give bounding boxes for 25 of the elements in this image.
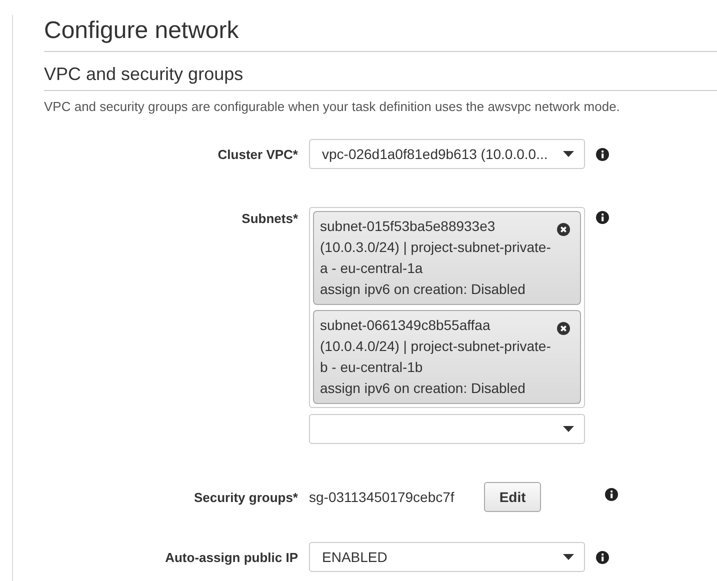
page-heading: Configure network [44, 17, 717, 52]
select-field[interactable]: vpc-026d1a0f81ed9b613 (10.0.0.0... [309, 139, 585, 169]
security-group-id: sg-03113450179cebc7f [309, 489, 454, 505]
field-label: Security groups* [192, 490, 298, 504]
edit-button[interactable]: Edit [484, 482, 541, 512]
section-heading: VPC and security groups [44, 64, 717, 91]
caret-icon [563, 151, 574, 157]
field-label: Cluster VPC* [216, 146, 298, 162]
subnet-token[interactable]: subnet-015f53ba5e88933e3 (10.0.3.0/24) | project-subnet-private-a - eu-central-1a assign ipv6 on creation: Disabled [313, 211, 581, 305]
remove-icon[interactable] [557, 322, 570, 335]
info-icon[interactable] [596, 550, 609, 564]
field-label: Auto-assign public IP [164, 550, 298, 564]
info-icon[interactable] [605, 488, 618, 501]
subnet-token[interactable]: subnet-0661349c8b55affaa (10.0.4.0/24) | project-subnet-private-b - eu-central-1b assign ipv6 on creation: Disabled [313, 310, 581, 404]
select-field[interactable] [309, 414, 585, 444]
subnet-detail: assign ipv6 on creation: Disabled [320, 379, 526, 398]
remove-icon[interactable] [557, 223, 570, 236]
section-description: VPC and security groups are configurable when your task definition uses the awsvpc network mode. [44, 99, 621, 114]
subnet-detail: assign ipv6 on creation: Disabled [320, 280, 526, 299]
info-icon[interactable] [596, 148, 609, 160]
field-label: Subnets* [240, 210, 298, 226]
select-field[interactable]: ENABLED [309, 542, 585, 572]
caret-icon [563, 426, 574, 432]
caret-icon [563, 554, 574, 560]
info-icon[interactable] [596, 211, 609, 224]
